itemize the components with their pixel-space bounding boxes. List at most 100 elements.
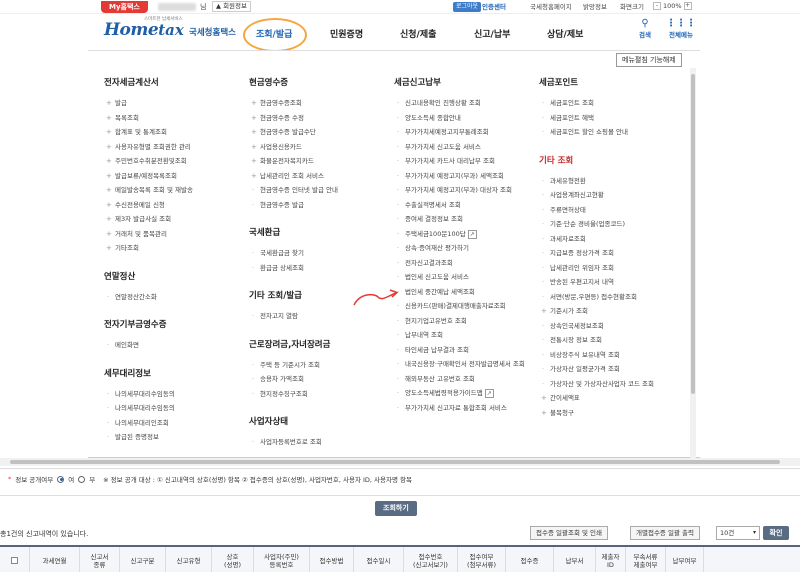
menu-item[interactable]: 현금영수증조회	[249, 98, 338, 113]
nts-homepage-link[interactable]: 국세청홈페이지	[530, 2, 572, 12]
batch-print-button[interactable]: 접수증 일괄조회 및 인쇄	[530, 526, 608, 540]
menu-item[interactable]: 서면(방문,우편등) 접수현황조회	[539, 292, 654, 307]
select-all-checkbox[interactable]	[11, 557, 18, 564]
menu-item[interactable]: 주민번호수취분전환및조회	[104, 156, 193, 171]
menu-item[interactable]: 주류면허상태	[539, 205, 654, 220]
menu-item[interactable]: 수출실적명세서 조회	[394, 200, 525, 215]
menu-item[interactable]: 세금포인트 할인 쇼핑몰 안내	[539, 127, 654, 142]
menu-item[interactable]: 양도소득세 종합안내	[394, 113, 525, 128]
menu-item[interactable]: 과세자료조회	[539, 234, 654, 249]
gnb-certificate[interactable]: 민원증명	[330, 27, 363, 40]
menu-section-title[interactable]: 전자기부금영수증	[104, 318, 193, 330]
menu-section-title[interactable]: 세금포인트	[539, 76, 654, 88]
individual-print-button[interactable]: 개별접수증 일괄 출력	[630, 526, 700, 540]
menu-vertical-scrollbar[interactable]	[690, 68, 696, 458]
menu-item[interactable]: 내국신용장·구매확인서 전자발급명세서 조회	[394, 359, 525, 374]
menu-item[interactable]: 신고내용확인 진행상황 조회	[394, 98, 525, 113]
scroll-thumb[interactable]	[691, 74, 695, 394]
menu-item[interactable]: 부가가치세 카드사 대리납부 조회	[394, 156, 525, 171]
menu-item[interactable]: 전통시장 정보 조회	[539, 335, 654, 350]
menu-item[interactable]: 부가가치세예정고지부통례조회	[394, 127, 525, 142]
menu-item[interactable]: 주택세금100문100답↗	[394, 229, 525, 244]
menu-item[interactable]: 발급	[104, 98, 193, 113]
menu-item[interactable]: 법인세 신고도움 서비스	[394, 272, 525, 287]
menu-item[interactable]: 기타조회	[104, 243, 193, 258]
menu-item[interactable]: 사용자유형별 조회권한 관리	[104, 142, 193, 157]
menu-item[interactable]: 환급금 상세조회	[249, 263, 338, 278]
menu-item[interactable]: 비상장주식 보유내역 조회	[539, 350, 654, 365]
header-search-button[interactable]: ⚲ 검색	[639, 18, 651, 39]
menu-item[interactable]: 승용차 가액조회	[249, 374, 338, 389]
menu-item[interactable]: 간이세액표	[539, 393, 654, 408]
menu-item[interactable]: 주택 등 기준시가 조회	[249, 360, 338, 375]
menu-item[interactable]: 상속·증여재산 평가하기	[394, 243, 525, 258]
cert-center-link[interactable]: 인증센터	[482, 2, 506, 12]
menu-item[interactable]: 사업자등록번호로 조회	[249, 437, 338, 452]
menu-item[interactable]: 세금포인트 혜택	[539, 113, 654, 128]
menu-item[interactable]: 기준시가 조회	[539, 306, 654, 321]
menu-item[interactable]: 전자고지 열람	[249, 311, 338, 326]
menu-item[interactable]: 불복청구	[539, 408, 654, 423]
myhome-button[interactable]: My홈택스	[101, 1, 148, 13]
menu-item[interactable]: 거래처 및 품목관리	[104, 229, 193, 244]
menu-expand-release-button[interactable]: 메뉴펼침 기능해제	[616, 53, 682, 67]
hometax-logo[interactable]: 스마트한 납세서비스 Hometax 국세청홈택스	[104, 17, 236, 40]
confirm-button[interactable]: 확인	[763, 526, 789, 540]
menu-item[interactable]: 양도소득세법령적용가이드맵↗	[394, 388, 525, 403]
law-info-link[interactable]: 밝망정보	[583, 2, 607, 12]
privacy-no-radio[interactable]	[78, 475, 86, 483]
menu-item[interactable]: 현지정수징구조회	[249, 389, 338, 404]
menu-item[interactable]: 현지기업고유번호 조회	[394, 316, 525, 331]
menu-item[interactable]: 납부내역 조회	[394, 330, 525, 345]
menu-item[interactable]: 현금영수증 발급	[249, 200, 338, 215]
menu-item[interactable]: 과세유형전환	[539, 176, 654, 191]
menu-section-title[interactable]: 국세환급	[249, 226, 338, 238]
menu-item[interactable]: 현금영수증 발급수단	[249, 127, 338, 142]
menu-item[interactable]: 상속인국세정보조회	[539, 321, 654, 336]
logout-button[interactable]: 로그아웃	[453, 2, 482, 12]
horizontal-scrollbar[interactable]	[0, 458, 800, 466]
menu-item[interactable]: 현금영수증 수정	[249, 113, 338, 128]
menu-item[interactable]: 반송된 우편고지서 내역	[539, 277, 654, 292]
menu-item[interactable]: 가상자산 및 가상자산사업자 코드 조회	[539, 379, 654, 394]
menu-section-title[interactable]: 기타 조회/발급	[249, 289, 338, 301]
menu-item[interactable]: 기준·단순 경비율(업종코드)	[539, 219, 654, 234]
menu-section-title[interactable]: 근로장려금,자녀장려금	[249, 338, 338, 350]
menu-item[interactable]: 사업용계좌신고현황	[539, 190, 654, 205]
zoom-out-button[interactable]: -	[653, 2, 661, 10]
menu-item[interactable]: 연말정산간소화	[104, 292, 193, 307]
menu-item[interactable]: 나의세무대리수임동의	[104, 389, 193, 404]
menu-item[interactable]: 부가가치세 신고자료 통합조회 서비스	[394, 403, 525, 418]
menu-section-title[interactable]: 세금신고납부	[394, 76, 525, 88]
hscroll-thumb[interactable]	[10, 460, 780, 464]
menu-item[interactable]: 발급보류/예정목록조회	[104, 171, 193, 186]
menu-item[interactable]: 현금영수증 인터넷 발급 안내	[249, 185, 338, 200]
menu-item[interactable]: 메인화면	[104, 340, 193, 355]
search-button[interactable]: 조회하기	[375, 501, 417, 516]
menu-item[interactable]: 화물운전자복지카드	[249, 156, 338, 171]
menu-item[interactable]: 부가가치세 신고도움 서비스	[394, 142, 525, 157]
gnb-apply-submit[interactable]: 신청/제출	[400, 27, 436, 40]
menu-section-title[interactable]: 전자세금계산서	[104, 76, 193, 88]
all-menu-button[interactable]: ⋮⋮⋮ 전체메뉴	[666, 18, 696, 39]
menu-item[interactable]: 지급보증 정상가격 조회	[539, 248, 654, 263]
menu-item[interactable]: 세금포인트 조회	[539, 98, 654, 113]
menu-item[interactable]: 납세관리인 조회 서비스	[249, 171, 338, 186]
menu-item[interactable]: 메일발송목록 조회 및 재발송	[104, 185, 193, 200]
menu-item[interactable]: 합계표 및 통계조회	[104, 127, 193, 142]
menu-section-title[interactable]: 연말정산	[104, 270, 193, 282]
menu-section-title[interactable]: 기타 조회	[539, 154, 654, 166]
menu-item[interactable]: 부가가치세 예정고지(부과) 대상자 조회	[394, 185, 525, 200]
menu-item[interactable]: 신용카드(판매)결제대행매출자료조회	[394, 301, 525, 316]
menu-item[interactable]: 전자신고결과조회	[394, 258, 525, 273]
menu-item[interactable]: 발급된 증명정보	[104, 432, 193, 447]
gnb-inquiry-issue[interactable]: 조회/발급	[256, 27, 292, 40]
member-info-button[interactable]: ▲ 회원정보	[212, 1, 251, 12]
menu-item[interactable]: 해외부동산 고유번호 조회	[394, 374, 525, 389]
menu-item[interactable]: 부가가치세 예정고지(부과) 세액조회	[394, 171, 525, 186]
page-size-select[interactable]: 10건 ▾	[716, 526, 760, 540]
menu-item[interactable]: 수신전용메일 신청	[104, 200, 193, 215]
menu-item[interactable]: 나의세무대리인조회	[104, 418, 193, 433]
zoom-in-button[interactable]: +	[683, 2, 692, 10]
menu-item[interactable]: 나의세무대리수임동의	[104, 403, 193, 418]
